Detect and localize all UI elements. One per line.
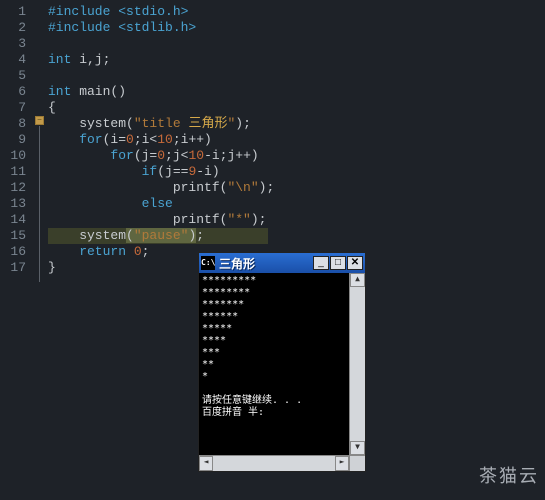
code-token: 0: [134, 244, 142, 259]
code-token: return: [48, 244, 134, 259]
line-number: 7: [4, 100, 26, 116]
fold-toggle[interactable]: −: [35, 116, 44, 125]
window-title: 三角形: [219, 255, 312, 272]
code-token: ;: [196, 228, 204, 243]
code-token: #include: [48, 4, 118, 19]
code-token: printf(: [48, 180, 227, 195]
fold-column: −: [34, 0, 48, 500]
code-token: 0: [126, 132, 134, 147]
line-number: 5: [4, 68, 26, 84]
scroll-right-button[interactable]: ►: [335, 456, 349, 471]
code-token: 0: [157, 148, 165, 163]
code-token: if: [48, 164, 157, 179]
code-token: "*": [227, 212, 250, 227]
code-token: ;j<: [165, 148, 188, 163]
horizontal-scrollbar[interactable]: ◄ ►: [199, 455, 365, 471]
code-token: #include: [48, 20, 118, 35]
maximize-button[interactable]: □: [330, 256, 346, 270]
line-number: 12: [4, 180, 26, 196]
code-token: );: [251, 212, 267, 227]
code-token: -i;j++): [204, 148, 259, 163]
fold-guide: [39, 126, 40, 282]
code-token: );: [259, 180, 275, 195]
code-token: for: [48, 148, 134, 163]
code-token: (j==: [157, 164, 188, 179]
line-number: 15: [4, 228, 26, 244]
line-number: 11: [4, 164, 26, 180]
code-token: (): [110, 84, 126, 99]
code-token: "pause": [134, 228, 189, 243]
code-token: int: [48, 52, 71, 67]
code-token: );: [235, 116, 251, 131]
code-token: "\n": [227, 180, 258, 195]
line-number: 14: [4, 212, 26, 228]
code-token: printf(: [48, 212, 227, 227]
code-token: 三角形: [188, 116, 227, 131]
line-number: 13: [4, 196, 26, 212]
code-token: 10: [157, 132, 173, 147]
code-token: for: [48, 132, 103, 147]
code-token: 10: [188, 148, 204, 163]
line-number-gutter: 1 2 3 4 5 6 7 8 9 10 11 12 13 14 15 16 1…: [0, 0, 34, 500]
line-number: 4: [4, 52, 26, 68]
scroll-track[interactable]: [350, 287, 365, 441]
code-token: i,j;: [71, 52, 110, 67]
line-number: 8: [4, 116, 26, 132]
vertical-scrollbar[interactable]: ▲ ▼: [349, 273, 365, 455]
code-token: <stdlib.h>: [118, 20, 196, 35]
console-window[interactable]: C:\ 三角形 _ □ ✕ ********* ******** *******…: [198, 252, 366, 472]
code-token: -i): [196, 164, 219, 179]
scroll-down-button[interactable]: ▼: [350, 441, 365, 455]
minimize-button[interactable]: _: [313, 256, 329, 270]
code-token: (: [126, 228, 134, 243]
line-number: 9: [4, 132, 26, 148]
line-number: 17: [4, 260, 26, 276]
console-output[interactable]: ********* ******** ******* ****** ***** …: [199, 273, 349, 455]
code-token: "title: [134, 116, 189, 131]
code-token: ;i<: [134, 132, 157, 147]
scroll-left-button[interactable]: ◄: [199, 456, 213, 471]
watermark: 茶猫云: [479, 462, 539, 488]
code-token: <stdio.h>: [118, 4, 188, 19]
scroll-up-button[interactable]: ▲: [350, 273, 365, 287]
line-number: 2: [4, 20, 26, 36]
console-icon: C:\: [201, 256, 215, 270]
close-button[interactable]: ✕: [347, 256, 363, 270]
scroll-track[interactable]: [213, 456, 335, 471]
code-token: else: [48, 196, 173, 211]
line-number: 16: [4, 244, 26, 260]
code-token: int: [48, 84, 71, 99]
code-token: {: [48, 100, 56, 115]
code-token: }: [48, 260, 56, 275]
line-number: 6: [4, 84, 26, 100]
console-body: ********* ******** ******* ****** ***** …: [199, 273, 365, 455]
titlebar[interactable]: C:\ 三角形 _ □ ✕: [199, 253, 365, 273]
line-number: 3: [4, 36, 26, 52]
code-token: (j=: [134, 148, 157, 163]
code-token: main: [71, 84, 110, 99]
line-number: 10: [4, 148, 26, 164]
code-token: ;i++): [173, 132, 212, 147]
code-token: system: [48, 228, 126, 243]
code-token: ;: [142, 244, 150, 259]
code-token: (i=: [103, 132, 126, 147]
line-number: 1: [4, 4, 26, 20]
scrollbar-corner: [349, 456, 365, 471]
code-token: system(: [48, 116, 134, 131]
